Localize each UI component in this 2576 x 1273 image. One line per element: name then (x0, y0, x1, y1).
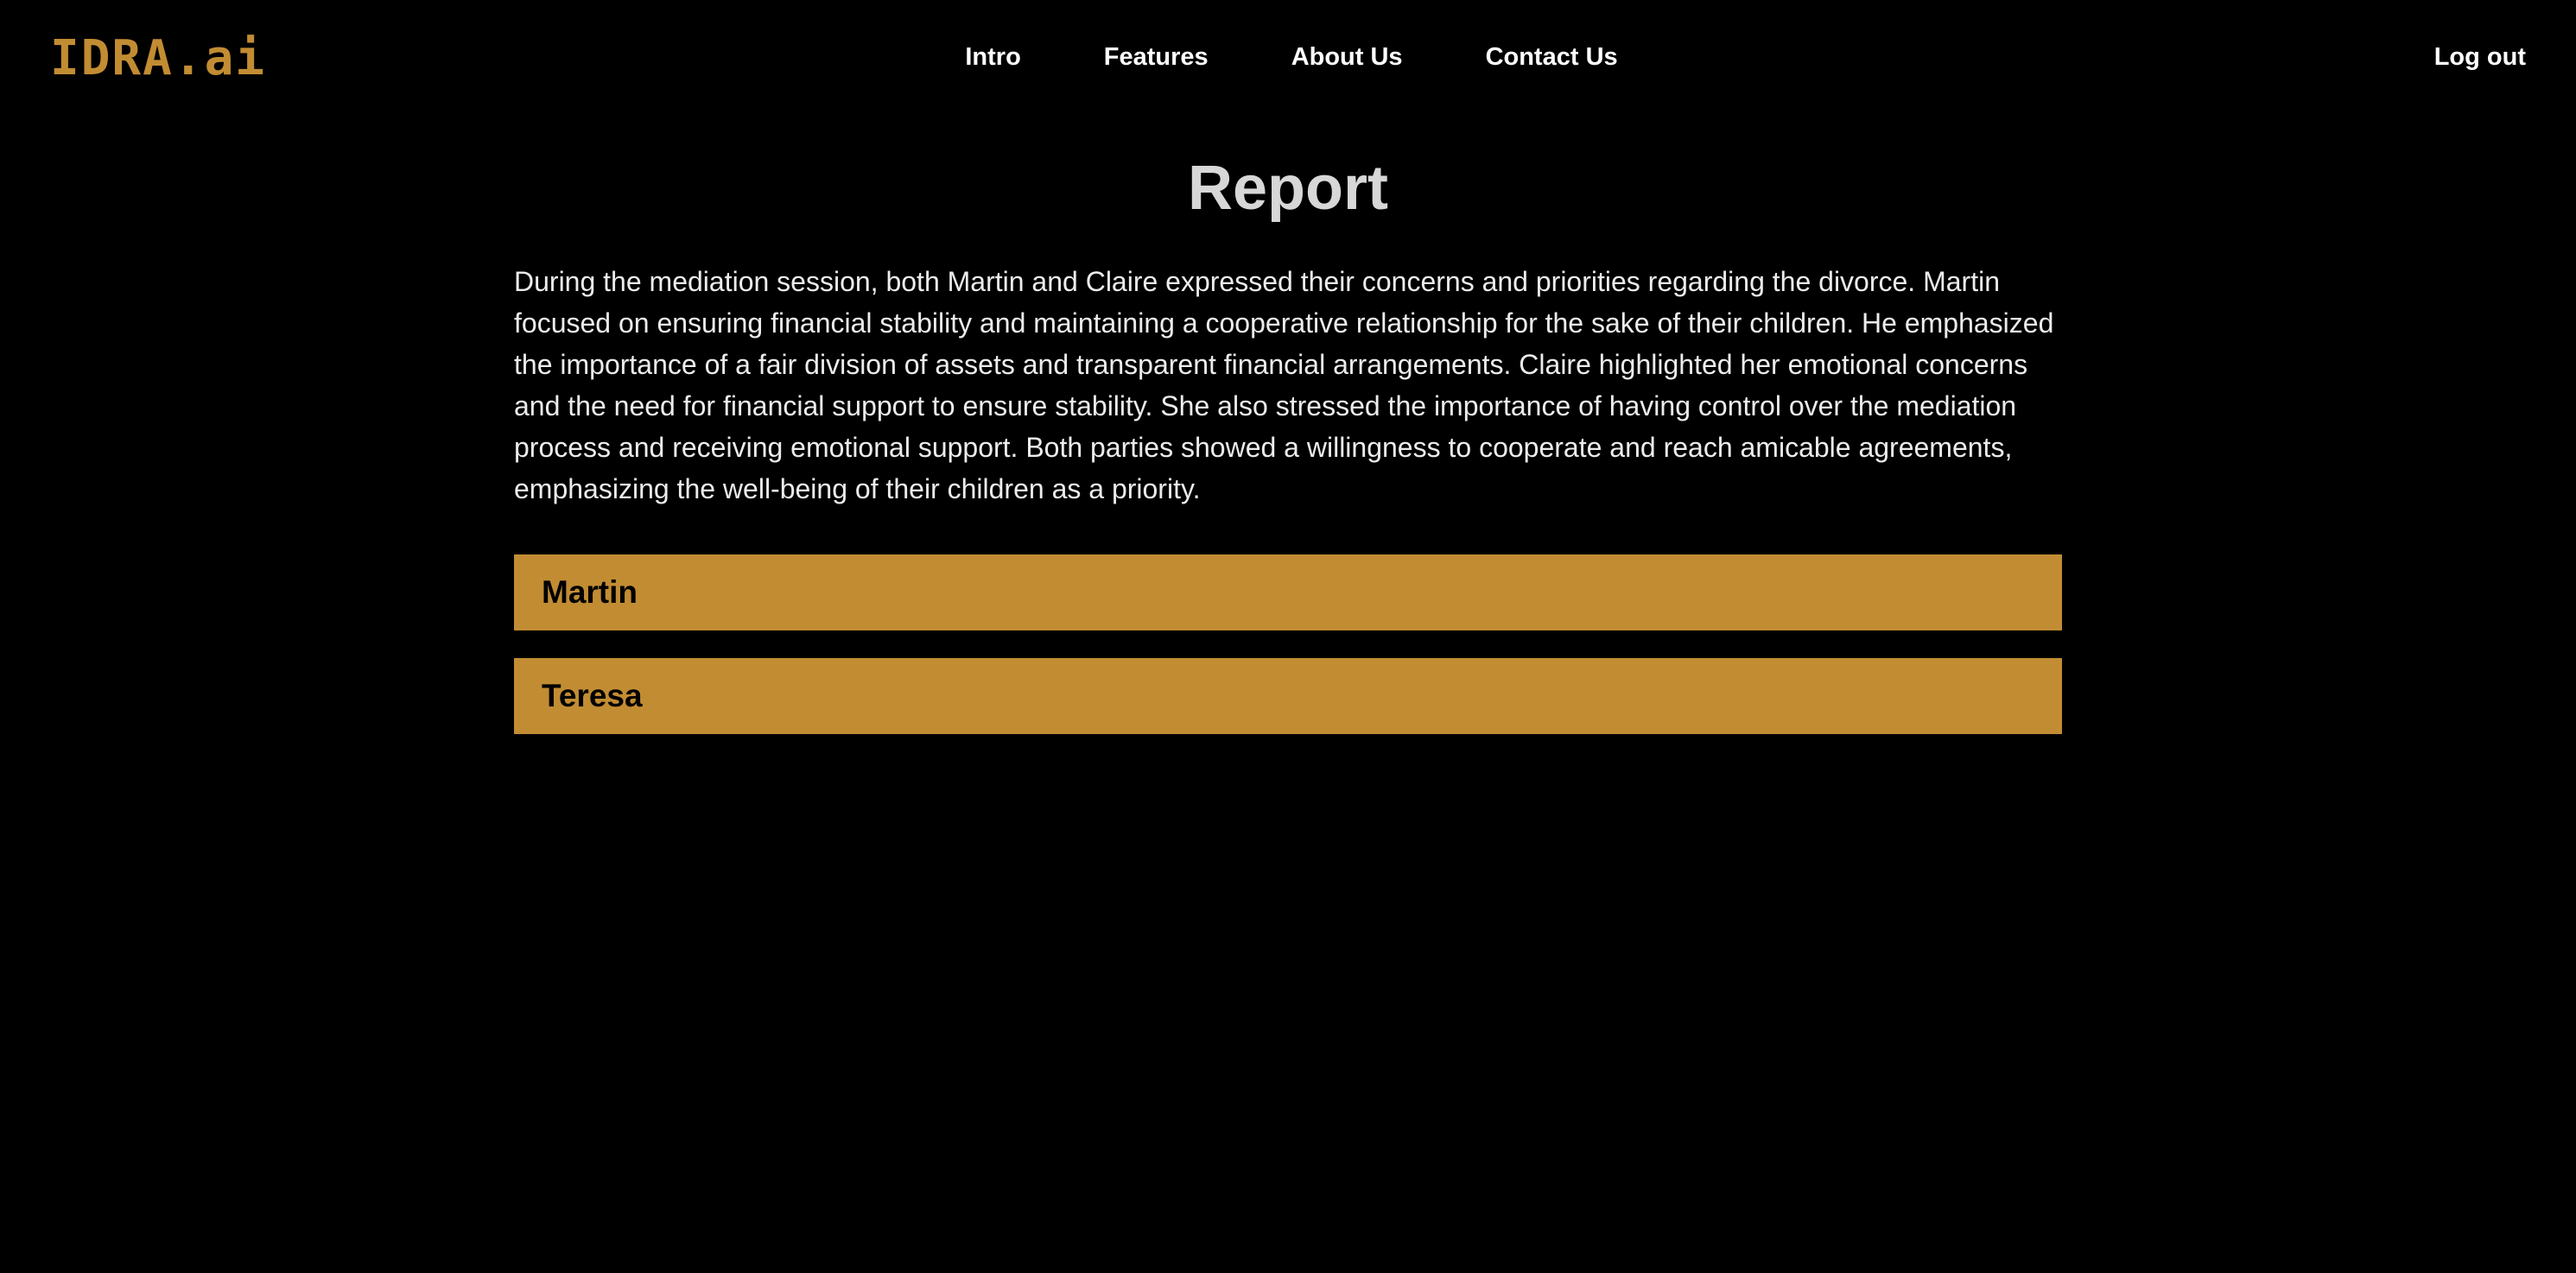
nav-link-features[interactable]: Features (1104, 40, 1209, 74)
main-nav: Intro Features About Us Contact Us (0, 40, 2576, 74)
party-panel-martin[interactable]: Martin (514, 554, 2062, 630)
nav-link-contact-us[interactable]: Contact Us (1486, 40, 1618, 74)
party-panel-teresa[interactable]: Teresa (514, 658, 2062, 734)
report-summary: During the mediation session, both Marti… (514, 266, 2054, 504)
party-panel-label: Teresa (542, 678, 643, 713)
nav-link-about-us[interactable]: About Us (1291, 40, 1403, 74)
report-content: Report During the mediation session, bot… (514, 147, 2062, 734)
party-panel-label: Martin (542, 574, 638, 610)
nav-link-intro[interactable]: Intro (965, 40, 1020, 74)
logout-link[interactable]: Log out (2434, 40, 2526, 74)
page-title: Report (1188, 154, 1388, 223)
top-navbar: IDRA.ai Intro Features About Us Contact … (0, 0, 2576, 117)
